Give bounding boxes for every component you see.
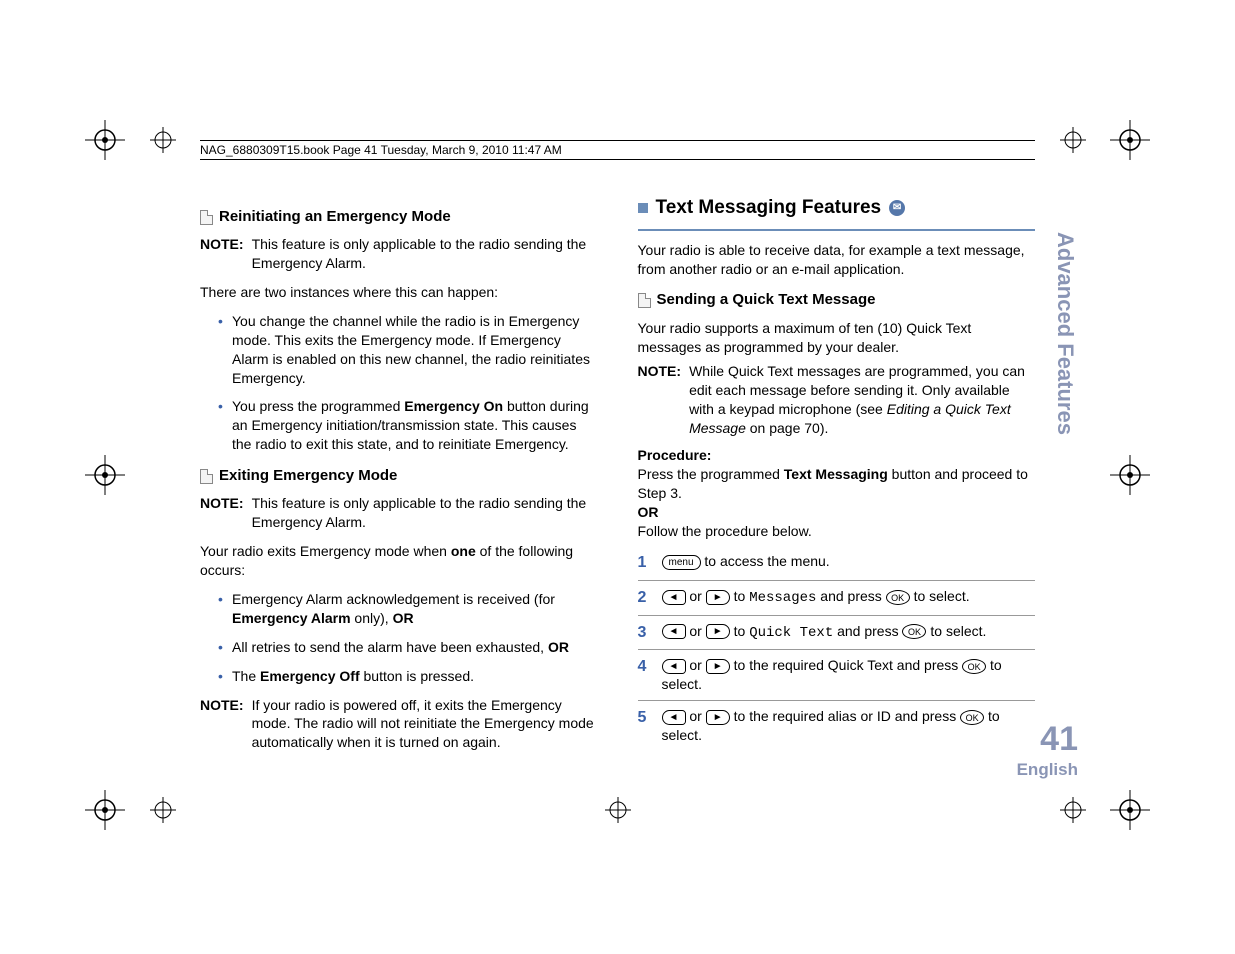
page-header: NAG_6880309T15.book Page 41 Tuesday, Mar…: [200, 140, 1035, 160]
menu-key-icon: menu: [662, 555, 701, 570]
note-block: NOTE: This feature is only applicable to…: [200, 494, 598, 532]
step-number: 5: [638, 707, 652, 729]
paragraph: There are two instances where this can h…: [200, 283, 598, 302]
heading-text: Sending a Quick Text Message: [657, 290, 876, 310]
crop-mark-icon: [1060, 797, 1086, 823]
message-icon: ✉: [889, 200, 905, 216]
ok-key-icon: OK: [886, 590, 910, 605]
crop-mark-icon: [1060, 127, 1086, 153]
step-row: 4 ◄ or ► to the required Quick Text and …: [638, 650, 1036, 701]
subheading-exiting: Exiting Emergency Mode: [200, 466, 598, 486]
bullet-list: You change the channel while the radio i…: [218, 312, 598, 454]
list-item: All retries to send the alarm have been …: [218, 638, 598, 657]
page-icon: [200, 210, 213, 225]
heading-text: Text Messaging Features: [656, 195, 882, 221]
section-rule: [638, 229, 1036, 231]
step-row: 2 ◄ or ► to Messages and press OK to sel…: [638, 581, 1036, 616]
crop-mark-icon: [1110, 790, 1150, 830]
step-body: ◄ or ► to Messages and press OK to selec…: [662, 587, 1036, 608]
menu-target: Messages: [749, 590, 816, 606]
page-icon: [638, 293, 651, 308]
crop-mark-icon: [1110, 455, 1150, 495]
or-label: OR: [638, 504, 659, 520]
crop-mark-icon: [150, 797, 176, 823]
heading-text: Reinitiating an Emergency Mode: [219, 207, 451, 227]
procedure-steps: 1 menu to access the menu. 2 ◄ or ► to M…: [638, 546, 1036, 750]
list-item: The Emergency Off button is pressed.: [218, 667, 598, 686]
step-body: ◄ or ► to the required Quick Text and pr…: [662, 656, 1036, 694]
ok-key-icon: OK: [960, 710, 984, 725]
left-arrow-key-icon: ◄: [662, 710, 686, 725]
list-item: You press the programmed Emergency On bu…: [218, 397, 598, 454]
paragraph: Press the programmed Text Messaging butt…: [638, 465, 1036, 503]
crop-mark-icon: [85, 790, 125, 830]
step-body: menu to access the menu.: [662, 552, 1036, 571]
section-heading: Text Messaging Features ✉: [638, 195, 1036, 221]
step-number: 1: [638, 552, 652, 574]
note-block: NOTE: This feature is only applicable to…: [200, 235, 598, 273]
crop-mark-icon: [85, 455, 125, 495]
note-block: NOTE: If your radio is powered off, it e…: [200, 696, 598, 753]
step-row: 5 ◄ or ► to the required alias or ID and…: [638, 701, 1036, 751]
note-text: If your radio is powered off, it exits t…: [252, 696, 598, 753]
language-label: English: [1017, 760, 1078, 780]
step-body: ◄ or ► to Quick Text and press OK to sel…: [662, 622, 1036, 643]
step-body: ◄ or ► to the required alias or ID and p…: [662, 707, 1036, 745]
crop-mark-icon: [605, 797, 631, 823]
paragraph: Your radio supports a maximum of ten (10…: [638, 319, 1036, 357]
heading-text: Exiting Emergency Mode: [219, 466, 397, 486]
page-icon: [200, 469, 213, 484]
note-block: NOTE: While Quick Text messages are prog…: [638, 362, 1036, 438]
left-arrow-key-icon: ◄: [662, 659, 686, 674]
page-number: 41: [1040, 720, 1078, 759]
step-number: 2: [638, 587, 652, 609]
right-arrow-key-icon: ►: [706, 590, 730, 605]
right-arrow-key-icon: ►: [706, 659, 730, 674]
left-arrow-key-icon: ◄: [662, 590, 686, 605]
right-column: Text Messaging Features ✉ Your radio is …: [638, 195, 1036, 758]
right-arrow-key-icon: ►: [706, 710, 730, 725]
side-tab-label: Advanced Features: [1052, 232, 1078, 435]
list-item: Emergency Alarm acknowledgement is recei…: [218, 590, 598, 628]
content-area: Reinitiating an Emergency Mode NOTE: Thi…: [200, 195, 1035, 758]
document-page: { "header": "NAG_6880309T15.book Page 41…: [0, 0, 1235, 954]
note-label: NOTE:: [200, 494, 244, 532]
step-number: 4: [638, 656, 652, 678]
paragraph: Follow the procedure below.: [638, 522, 1036, 541]
left-arrow-key-icon: ◄: [662, 624, 686, 639]
note-text: While Quick Text messages are programmed…: [689, 362, 1035, 438]
step-row: 1 menu to access the menu.: [638, 546, 1036, 581]
ok-key-icon: OK: [902, 624, 926, 639]
menu-target: Quick Text: [749, 625, 833, 641]
ok-key-icon: OK: [962, 659, 986, 674]
subheading-reinitiating: Reinitiating an Emergency Mode: [200, 207, 598, 227]
crop-mark-icon: [150, 127, 176, 153]
note-label: NOTE:: [638, 362, 682, 438]
left-column: Reinitiating an Emergency Mode NOTE: Thi…: [200, 195, 598, 758]
note-label: NOTE:: [200, 696, 244, 753]
step-row: 3 ◄ or ► to Quick Text and press OK to s…: [638, 616, 1036, 651]
procedure-label: Procedure:: [638, 447, 712, 463]
square-bullet-icon: [638, 203, 648, 213]
crop-mark-icon: [1110, 120, 1150, 160]
paragraph: Your radio exits Emergency mode when one…: [200, 542, 598, 580]
paragraph: Your radio is able to receive data, for …: [638, 241, 1036, 279]
step-number: 3: [638, 622, 652, 644]
subheading-quicktext: Sending a Quick Text Message: [638, 290, 1036, 310]
list-item: You change the channel while the radio i…: [218, 312, 598, 388]
right-arrow-key-icon: ►: [706, 624, 730, 639]
note-text: This feature is only applicable to the r…: [252, 235, 598, 273]
crop-mark-icon: [85, 120, 125, 160]
note-text: This feature is only applicable to the r…: [252, 494, 598, 532]
note-label: NOTE:: [200, 235, 244, 273]
bullet-list: Emergency Alarm acknowledgement is recei…: [218, 590, 598, 686]
